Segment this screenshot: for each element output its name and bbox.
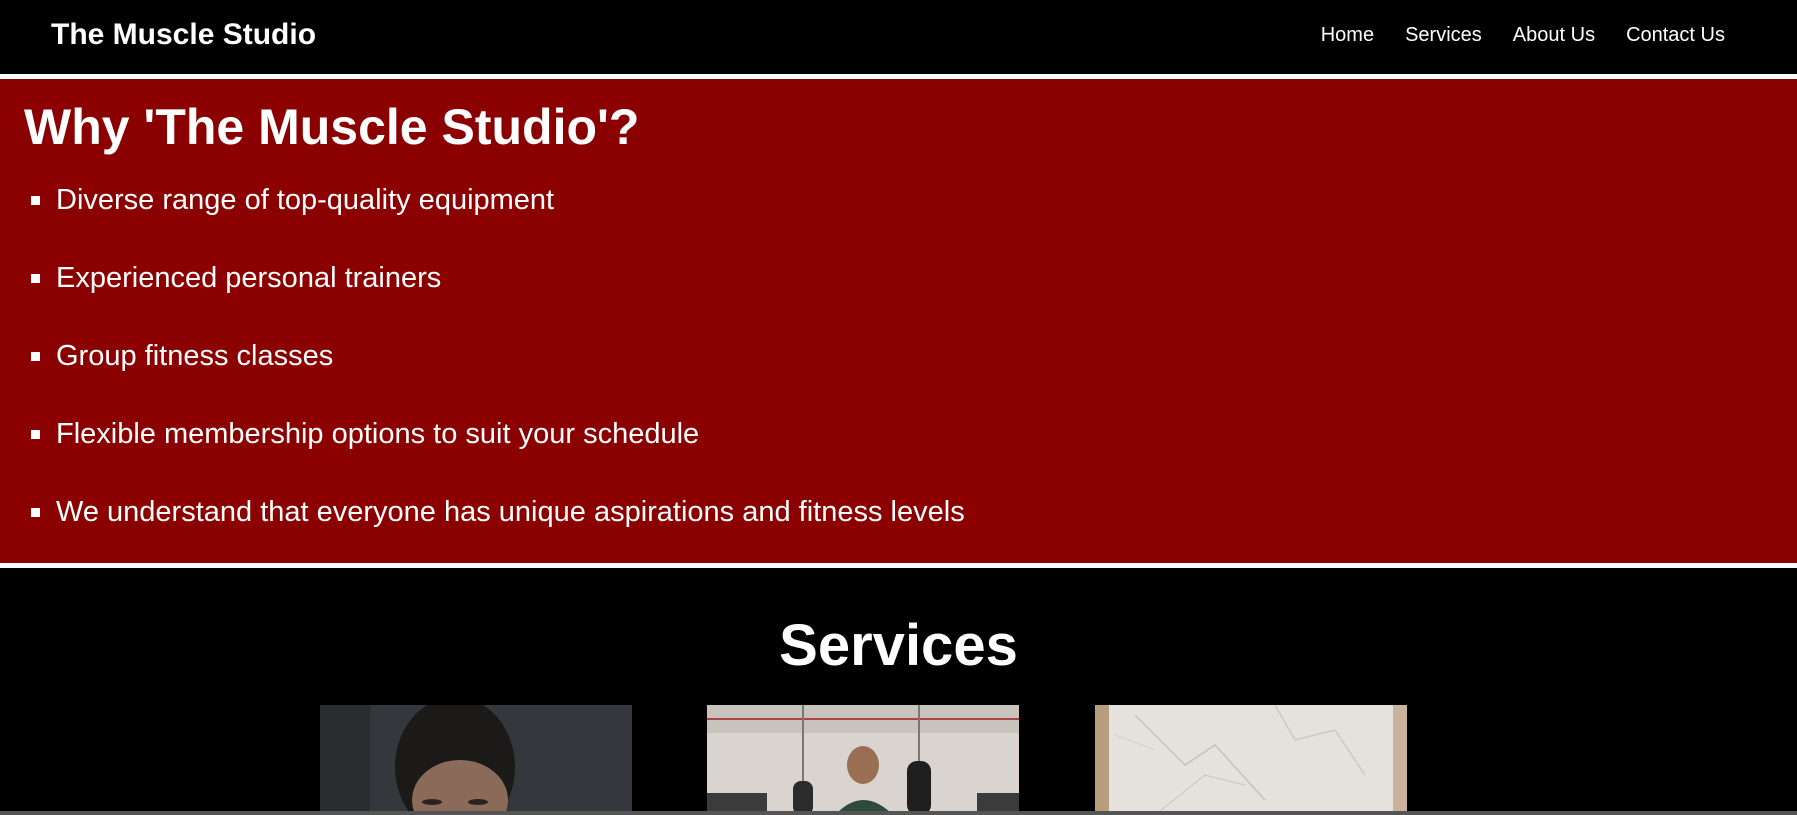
service-card-image-trainer[interactable] xyxy=(320,705,632,815)
nav-link-home[interactable]: Home xyxy=(1321,22,1374,48)
brand-logo[interactable]: The Muscle Studio xyxy=(51,16,316,54)
service-image-trainer xyxy=(320,705,632,815)
bullet-square-icon xyxy=(31,352,40,361)
service-image-wellness xyxy=(1095,705,1407,815)
list-item: We understand that everyone has unique a… xyxy=(0,495,965,529)
why-list: Diverse range of top-quality equipment E… xyxy=(0,183,965,573)
services-section: Services xyxy=(0,568,1797,815)
bullet-square-icon xyxy=(31,196,40,205)
list-item: Experienced personal trainers xyxy=(0,261,965,295)
nav-link-services[interactable]: Services xyxy=(1405,22,1482,48)
list-item-text: Experienced personal trainers xyxy=(56,262,442,294)
list-item-text: Diverse range of top-quality equipment xyxy=(56,184,555,216)
why-section: Why 'The Muscle Studio'? Diverse range o… xyxy=(0,74,1797,568)
bullet-square-icon xyxy=(31,274,40,283)
why-title: Why 'The Muscle Studio'? xyxy=(24,99,640,155)
list-item-text: We understand that everyone has unique a… xyxy=(56,496,965,528)
bullet-square-icon xyxy=(31,430,40,439)
nav-item-contact-us: Contact Us xyxy=(1595,22,1725,48)
list-item-text: Group fitness classes xyxy=(56,340,334,372)
nav-item-home: Home xyxy=(1290,22,1374,48)
page-bottom-divider xyxy=(0,811,1797,815)
nav-link-contact-us[interactable]: Contact Us xyxy=(1626,22,1725,48)
list-item: Group fitness classes xyxy=(0,339,965,373)
service-card-image-boxing[interactable] xyxy=(707,705,1019,815)
navbar: The Muscle Studio Home Services About Us… xyxy=(0,0,1797,74)
nav-links: Home Services About Us Contact Us xyxy=(1290,22,1725,48)
bullet-square-icon xyxy=(31,508,40,517)
list-item: Diverse range of top-quality equipment xyxy=(0,183,965,217)
service-card-image-wellness[interactable] xyxy=(1095,705,1407,815)
service-image-boxing xyxy=(707,705,1019,815)
list-item: Flexible membership options to suit your… xyxy=(0,417,965,451)
nav-item-about-us: About Us xyxy=(1482,22,1595,48)
nav-item-services: Services xyxy=(1374,22,1482,48)
list-item-text: Flexible membership options to suit your… xyxy=(56,418,700,450)
services-title: Services xyxy=(779,613,1018,678)
nav-link-about-us[interactable]: About Us xyxy=(1513,22,1595,48)
